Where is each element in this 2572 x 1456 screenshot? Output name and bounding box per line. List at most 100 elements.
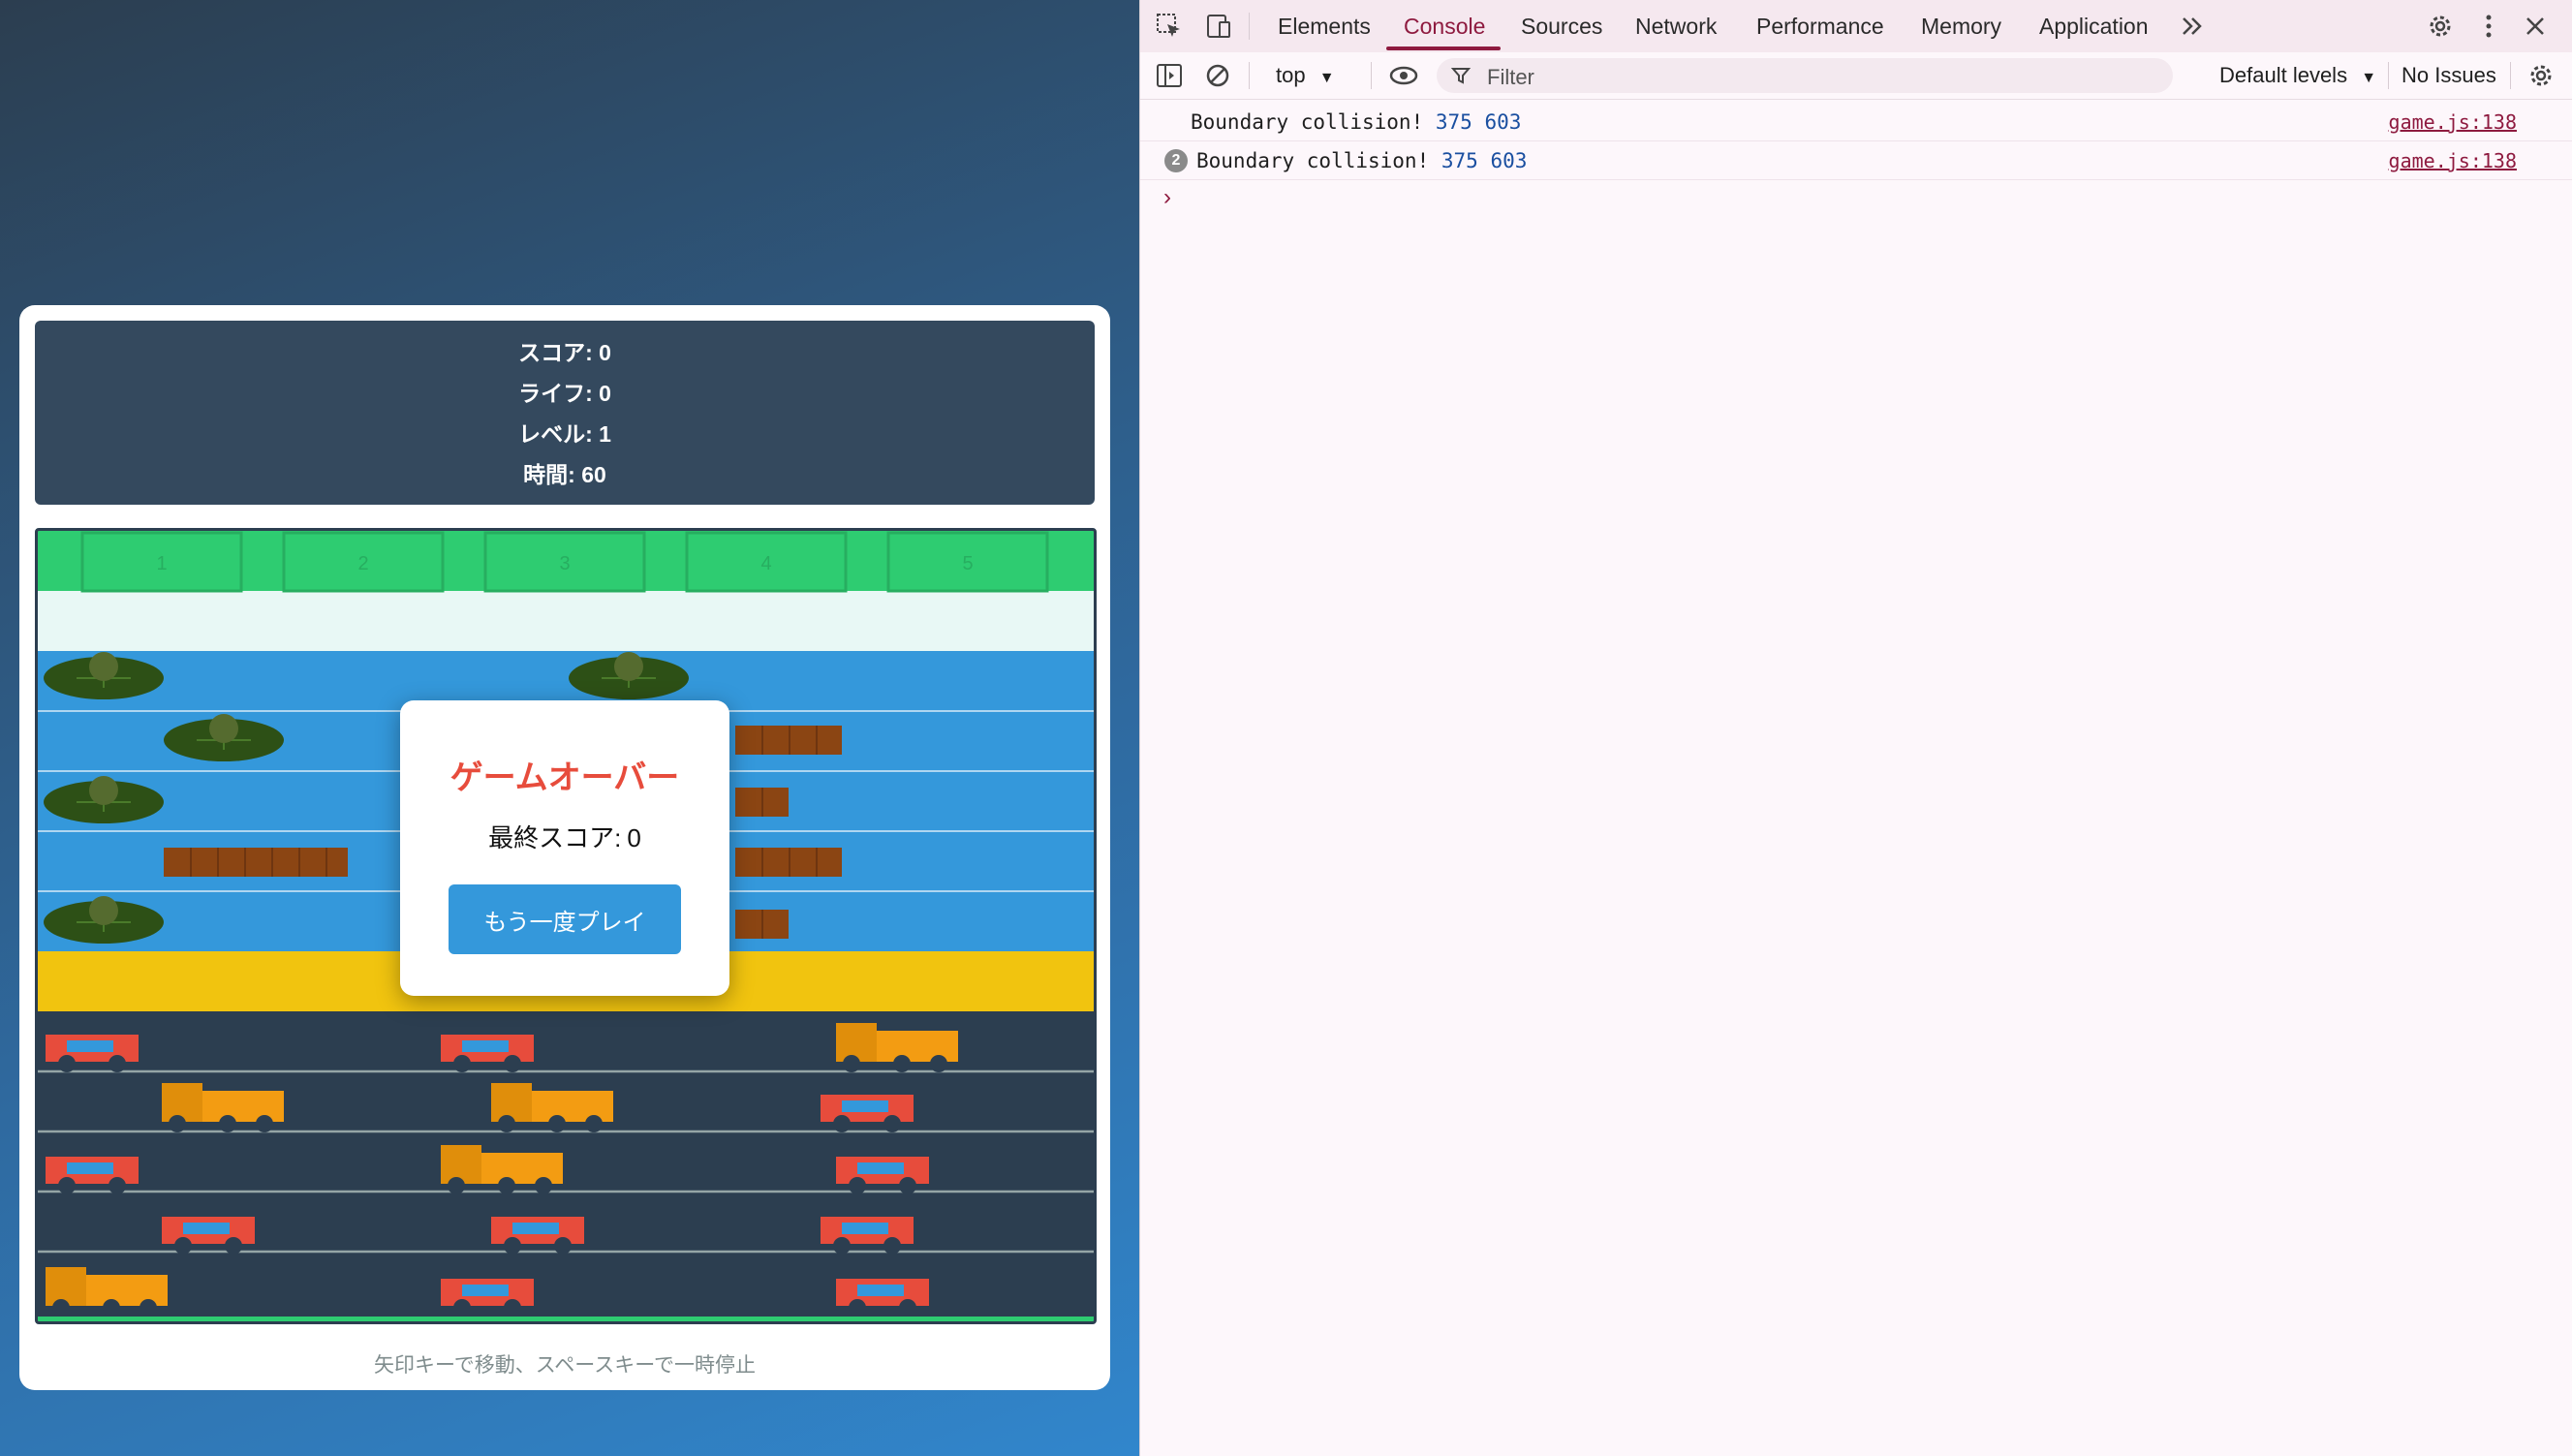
game-over-title: ゲームオーバー: [449, 759, 680, 796]
log-message: Boundary collision! 375 603: [1191, 110, 1521, 134]
play-again-button[interactable]: もう一度プレイ: [449, 884, 681, 954]
truck-wheel: [219, 1115, 236, 1132]
tab-sources[interactable]: Sources: [1521, 0, 1602, 52]
log-args: 375 603: [1441, 149, 1528, 172]
truck-cab: [162, 1083, 202, 1122]
log-message: Boundary collision! 375 603: [1196, 149, 1527, 172]
tab-memory[interactable]: Memory: [1921, 0, 2001, 52]
context-label: top: [1276, 63, 1306, 87]
lily-flower: [89, 652, 118, 681]
car-wheel: [225, 1237, 242, 1255]
car-wheel: [453, 1299, 471, 1317]
lily-flower: [209, 714, 238, 743]
tab-elements[interactable]: Elements: [1278, 0, 1371, 52]
console-settings-gear-icon[interactable]: [2526, 60, 2557, 91]
car-wheel: [108, 1177, 126, 1194]
log-source-link[interactable]: game.js:138: [2389, 149, 2517, 172]
level-display: レベル: 1: [518, 421, 611, 447]
inspect-element-icon[interactable]: [1154, 11, 1185, 42]
car-wheel: [554, 1237, 572, 1255]
car-wheel: [849, 1299, 866, 1317]
repeat-count-badge: 2: [1164, 149, 1188, 172]
score-display: スコア: 0: [518, 340, 611, 365]
car-wheel: [849, 1177, 866, 1194]
clear-console-icon[interactable]: [1202, 60, 1233, 91]
log-text: Boundary collision!: [1196, 149, 1430, 172]
car-wheel: [883, 1115, 901, 1132]
caret-down-icon: ▼: [2361, 70, 2377, 86]
final-score-value: 0: [627, 823, 641, 852]
truck-trailer: [202, 1091, 284, 1122]
truck-wheel: [139, 1299, 157, 1317]
lives-display: ライフ: 0: [518, 381, 611, 406]
truck-wheel: [843, 1055, 860, 1072]
truck-wheel: [930, 1055, 947, 1072]
car-wheel: [899, 1299, 916, 1317]
truck-trailer: [481, 1153, 563, 1184]
car-window: [67, 1162, 113, 1174]
console-toolbar: top ▼ Filter Default levels ▼ No Issues: [1140, 52, 2572, 100]
truck-wheel: [535, 1177, 552, 1194]
caret-down-icon: ▼: [1318, 70, 1335, 86]
goal-number: 3: [559, 553, 570, 574]
devtools-tabbar: Elements Console Sources Network Perform…: [1140, 0, 2572, 53]
live-expression-eye-icon[interactable]: [1388, 60, 1419, 91]
car-window: [512, 1223, 559, 1234]
tab-application[interactable]: Application: [2039, 0, 2149, 52]
close-icon[interactable]: [2520, 11, 2551, 42]
goal-number: 5: [962, 553, 973, 574]
truck-cab: [491, 1083, 532, 1122]
lily-flower: [614, 652, 643, 681]
truck-trailer: [86, 1275, 168, 1306]
car-window: [462, 1285, 509, 1296]
truck-wheel: [448, 1177, 465, 1194]
chevron-double-right-icon[interactable]: [2177, 11, 2208, 42]
car-window: [842, 1100, 888, 1112]
tab-network[interactable]: Network: [1635, 0, 1717, 52]
goal-number: 1: [156, 553, 167, 574]
car-wheel: [504, 1055, 521, 1072]
truck-cab: [836, 1023, 877, 1062]
hud-panel: スコア: 0 ライフ: 0 レベル: 1 時間: 60: [35, 321, 1095, 505]
car-wheel: [833, 1115, 851, 1132]
devtools-panel: Elements Console Sources Network Perform…: [1139, 0, 2572, 1456]
car-window: [842, 1223, 888, 1234]
car-wheel: [58, 1055, 76, 1072]
controls-hint: 矢印キーで移動、スペースキーで一時停止: [374, 1354, 756, 1377]
console-log-entry[interactable]: 2 Boundary collision! 375 603 game.js:13…: [1140, 140, 2572, 180]
kebab-menu-icon[interactable]: [2473, 11, 2504, 42]
gear-icon[interactable]: [2425, 11, 2456, 42]
truck-wheel: [256, 1115, 273, 1132]
truck-trailer: [532, 1091, 613, 1122]
log-levels-dropdown[interactable]: Default levels ▼: [2219, 63, 2376, 88]
car-wheel: [453, 1055, 471, 1072]
console-prompt[interactable]: ›: [1163, 184, 1171, 211]
truck-wheel: [103, 1299, 120, 1317]
truck-cab: [46, 1267, 86, 1306]
truck-cab: [441, 1145, 481, 1184]
goal-number: 4: [760, 553, 771, 574]
truck-wheel: [498, 1115, 515, 1132]
log-text: Boundary collision!: [1191, 110, 1424, 134]
log-args: 375 603: [1435, 110, 1522, 134]
car-wheel: [899, 1177, 916, 1194]
console-filter-input[interactable]: Filter: [1437, 58, 2173, 93]
tab-console[interactable]: Console: [1404, 0, 1485, 52]
truck-wheel: [893, 1055, 911, 1072]
active-tab-indicator: [1386, 46, 1501, 50]
tab-performance[interactable]: Performance: [1756, 0, 1884, 52]
car-window: [462, 1040, 509, 1052]
device-toolbar-icon[interactable]: [1202, 11, 1233, 42]
truck-wheel: [548, 1115, 566, 1132]
sidebar-toggle-icon[interactable]: [1154, 60, 1185, 91]
log-source-link[interactable]: game.js:138: [2389, 110, 2517, 134]
truck-wheel: [498, 1177, 515, 1194]
issues-counter[interactable]: No Issues: [2402, 63, 2496, 88]
car-wheel: [174, 1237, 192, 1255]
console-log-entry[interactable]: Boundary collision! 375 603 game.js:138: [1140, 102, 2572, 141]
lily-flower: [89, 896, 118, 925]
context-selector[interactable]: top ▼: [1276, 63, 1335, 88]
car-wheel: [833, 1237, 851, 1255]
truck-wheel: [169, 1115, 186, 1132]
car-wheel: [504, 1299, 521, 1317]
